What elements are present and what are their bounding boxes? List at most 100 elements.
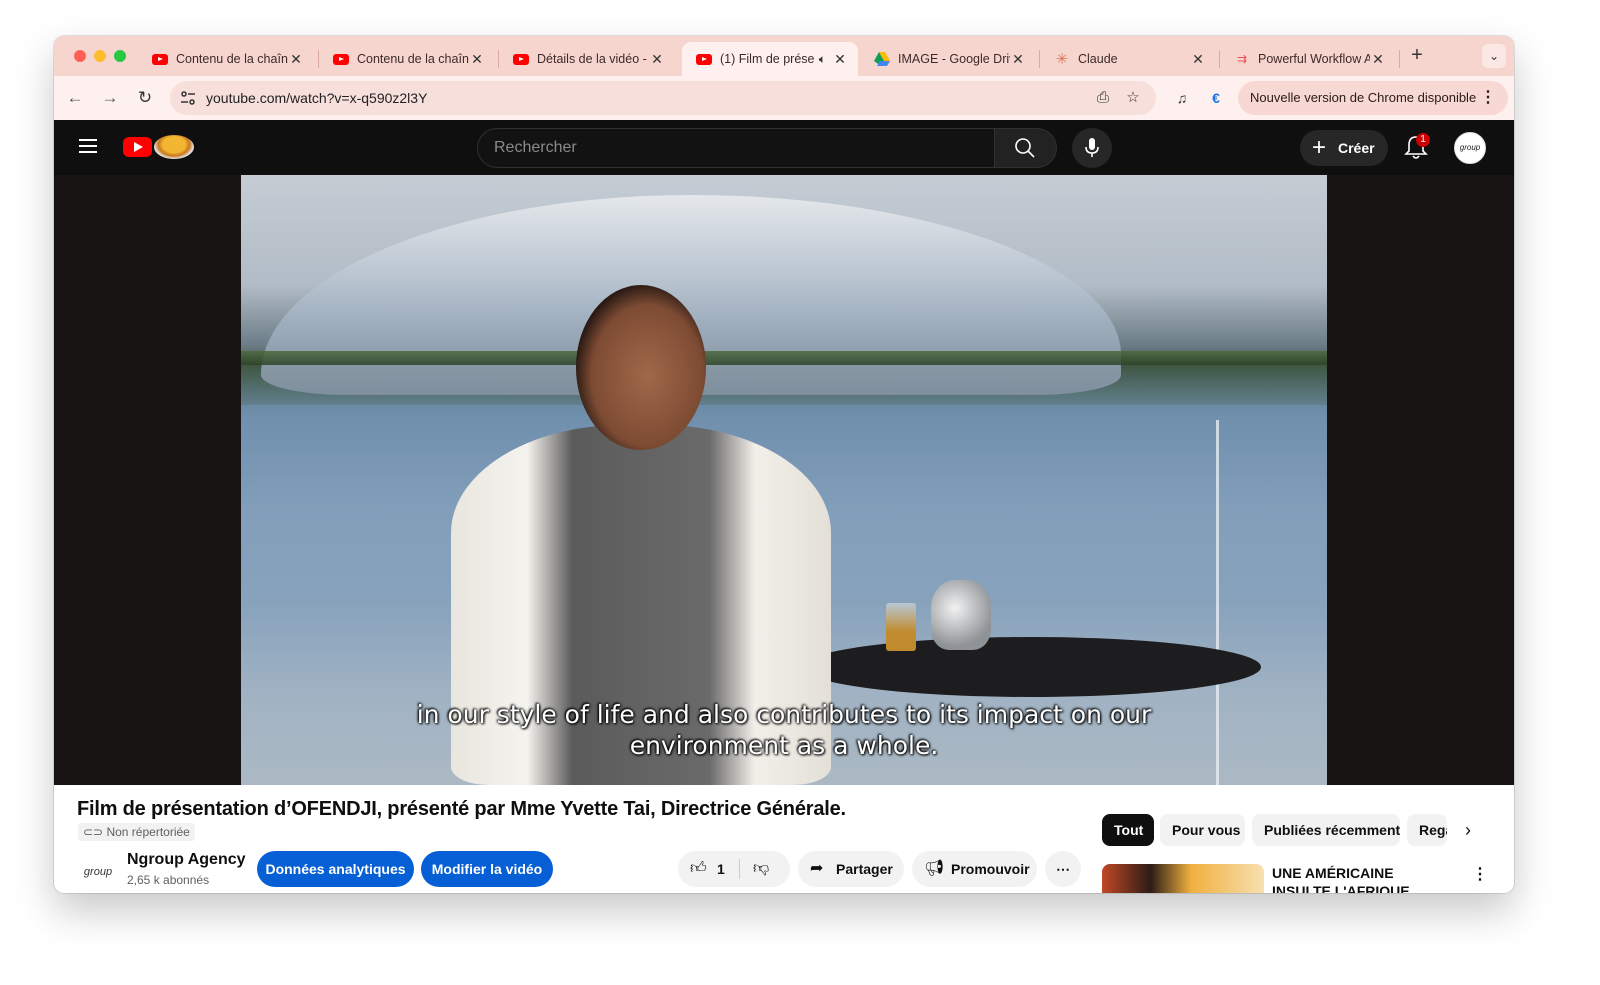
extension-icon[interactable]: € — [1206, 88, 1226, 108]
kebab-menu-icon[interactable]: ⋮ — [1472, 866, 1488, 884]
install-app-icon[interactable]: ⎙ — [1094, 89, 1112, 107]
video-frame-speaker-head — [576, 285, 706, 450]
tab-strip: Contenu de la chaîne ✕ Contenu de la cha… — [54, 36, 1514, 76]
maximize-window-button[interactable] — [114, 50, 126, 62]
tab-title: Contenu de la chaîne — [357, 52, 469, 66]
youtube-icon — [333, 51, 349, 67]
chip-regardees[interactable]: Regardées — [1407, 814, 1447, 846]
media-controls-icon[interactable]: ♫ — [1172, 88, 1192, 108]
video-frame-shore — [241, 351, 1327, 365]
close-tab-icon[interactable]: ✕ — [469, 51, 485, 68]
promote-label: Promouvoir — [951, 861, 1030, 877]
video-frame-tea-glass — [886, 603, 916, 651]
close-tab-icon[interactable]: ✕ — [1190, 51, 1206, 68]
browser-toolbar: ← → ↻ youtube.com/watch?v=x-q590z2l3Y ⎙ … — [54, 76, 1514, 120]
url-text[interactable]: youtube.com/watch?v=x-q590z2l3Y — [206, 90, 427, 106]
tab-claude[interactable]: ✳ Claude ✕ — [1040, 42, 1216, 76]
tab-title: Contenu de la chaîne — [176, 52, 288, 66]
tab-contenu-chaine-1[interactable]: Contenu de la chaîne ✕ — [138, 42, 314, 76]
video-subtitles: in our style of life and also contribute… — [241, 699, 1327, 761]
channel-avatar[interactable]: group — [78, 852, 118, 892]
speaker-icon[interactable]: 🔈︎ — [819, 52, 826, 67]
close-tab-icon[interactable]: ✕ — [1010, 51, 1026, 68]
promote-button[interactable]: 📢︎ Promouvoir — [912, 851, 1037, 887]
link-icon: ⊂⊃ — [83, 825, 104, 839]
megaphone-icon: 📢︎ — [924, 860, 945, 877]
voice-search-button[interactable] — [1072, 128, 1112, 168]
plus-icon: + — [1312, 134, 1327, 161]
close-tab-icon[interactable]: ✕ — [288, 51, 304, 68]
chevron-right-icon[interactable]: › — [1456, 814, 1480, 846]
account-avatar[interactable]: group — [1454, 132, 1486, 164]
microphone-icon — [1085, 138, 1099, 157]
close-tab-icon[interactable]: ✕ — [1370, 51, 1386, 68]
youtube-icon — [696, 51, 712, 67]
channel-name[interactable]: Ngroup Agency — [127, 851, 246, 869]
youtube-logo-icon[interactable] — [123, 137, 152, 157]
tab-title: Détails de la vidéo - — [537, 52, 647, 66]
back-arrow-icon[interactable]: ← — [64, 87, 86, 109]
video-player[interactable]: in our style of life and also contribute… — [241, 175, 1327, 785]
like-divider — [739, 859, 740, 879]
tab-separator — [1399, 50, 1400, 68]
hamburger-menu-icon[interactable] — [79, 139, 97, 153]
minimize-window-button[interactable] — [94, 50, 106, 62]
kebab-menu-icon[interactable]: ⋮ — [1480, 81, 1496, 115]
share-button[interactable]: ➦ Partager — [798, 851, 904, 887]
thumbs-down-icon[interactable]: 👎︎ — [753, 851, 769, 887]
analytics-button[interactable]: Données analytiques — [257, 851, 414, 887]
subtitle-line-2: environment as a whole. — [629, 731, 939, 760]
share-arrow-icon: ➦ — [810, 860, 824, 877]
tab-title: (1) Film de prése — [720, 52, 815, 66]
tab-title: IMAGE - Google Driv — [898, 52, 1010, 66]
subscriber-count: 2,65 k abonnés — [127, 873, 210, 887]
visibility-badge: ⊂⊃ Non répertoriée — [78, 823, 195, 841]
search-icon — [1015, 138, 1035, 158]
workflow-icon: ⇉ — [1236, 52, 1248, 66]
new-tab-icon[interactable]: + — [1406, 45, 1428, 67]
recommendation-title[interactable]: UNE AMÉRICAINE INSULTE L'AFRIQUE POUR AV… — [1272, 864, 1452, 893]
close-tab-icon[interactable]: ✕ — [832, 51, 848, 68]
recommendation-thumbnail[interactable] — [1102, 864, 1264, 893]
close-tab-icon[interactable]: ✕ — [649, 51, 665, 68]
close-window-button[interactable] — [74, 50, 86, 62]
forward-arrow-icon[interactable]: → — [99, 87, 121, 109]
address-bar[interactable]: youtube.com/watch?v=x-q590z2l3Y ⎙ ☆ — [170, 81, 1156, 115]
more-actions-button[interactable]: ⋯ — [1045, 851, 1081, 887]
search-input[interactable]: Rechercher — [477, 128, 995, 168]
tab-contenu-chaine-2[interactable]: Contenu de la chaîne ✕ — [319, 42, 495, 76]
visibility-label: Non répertoriée — [106, 825, 190, 839]
bookmark-star-icon[interactable]: ☆ — [1124, 89, 1142, 107]
video-frame-table — [801, 637, 1261, 697]
chip-pour-vous[interactable]: Pour vous — [1160, 814, 1245, 846]
chrome-update-button[interactable]: Nouvelle version de Chrome disponible ⋮ — [1238, 81, 1508, 115]
tab-title: Powerful Workflow A — [1258, 52, 1370, 66]
subtitle-line-1: in our style of life and also contribute… — [416, 700, 1152, 729]
thumbs-up-icon[interactable]: 👍︎ — [690, 851, 707, 887]
reload-icon[interactable]: ↻ — [134, 87, 156, 109]
chip-tout[interactable]: Tout — [1102, 814, 1154, 846]
edit-video-button[interactable]: Modifier la vidéo — [421, 851, 553, 887]
doodle-logo-icon[interactable] — [154, 135, 194, 159]
create-label: Créer — [1338, 140, 1375, 156]
update-label: Nouvelle version de Chrome disponible — [1250, 90, 1477, 105]
claude-icon: ✳ — [1055, 51, 1069, 68]
tab-title: Claude — [1078, 52, 1118, 66]
google-drive-icon — [874, 51, 890, 67]
tab-google-drive[interactable]: IMAGE - Google Driv ✕ — [860, 42, 1036, 76]
tab-details-video[interactable]: Détails de la vidéo - ✕ — [499, 42, 675, 76]
video-title: Film de présentation d’OFENDJI, présenté… — [77, 798, 846, 820]
youtube-header: Rechercher + Créer 1 group — [54, 120, 1514, 175]
chip-publiees-recemment[interactable]: Publiées récemment — [1252, 814, 1400, 846]
youtube-icon — [152, 51, 168, 67]
browser-window: Contenu de la chaîne ✕ Contenu de la cha… — [54, 36, 1514, 893]
share-label: Partager — [836, 861, 893, 877]
tab-search-chevron-icon[interactable]: ⌄ — [1482, 44, 1506, 68]
like-dislike-group: 👍︎ 1 👎︎ — [678, 851, 790, 887]
like-count: 1 — [717, 861, 725, 877]
tab-film-presentation[interactable]: (1) Film de prése 🔈︎ ✕ — [682, 42, 858, 76]
site-settings-icon[interactable] — [180, 90, 196, 106]
tab-powerful-workflow[interactable]: ⇉ Powerful Workflow A ✕ — [1220, 42, 1396, 76]
create-button[interactable]: + Créer — [1300, 130, 1388, 166]
search-button[interactable] — [995, 128, 1057, 168]
